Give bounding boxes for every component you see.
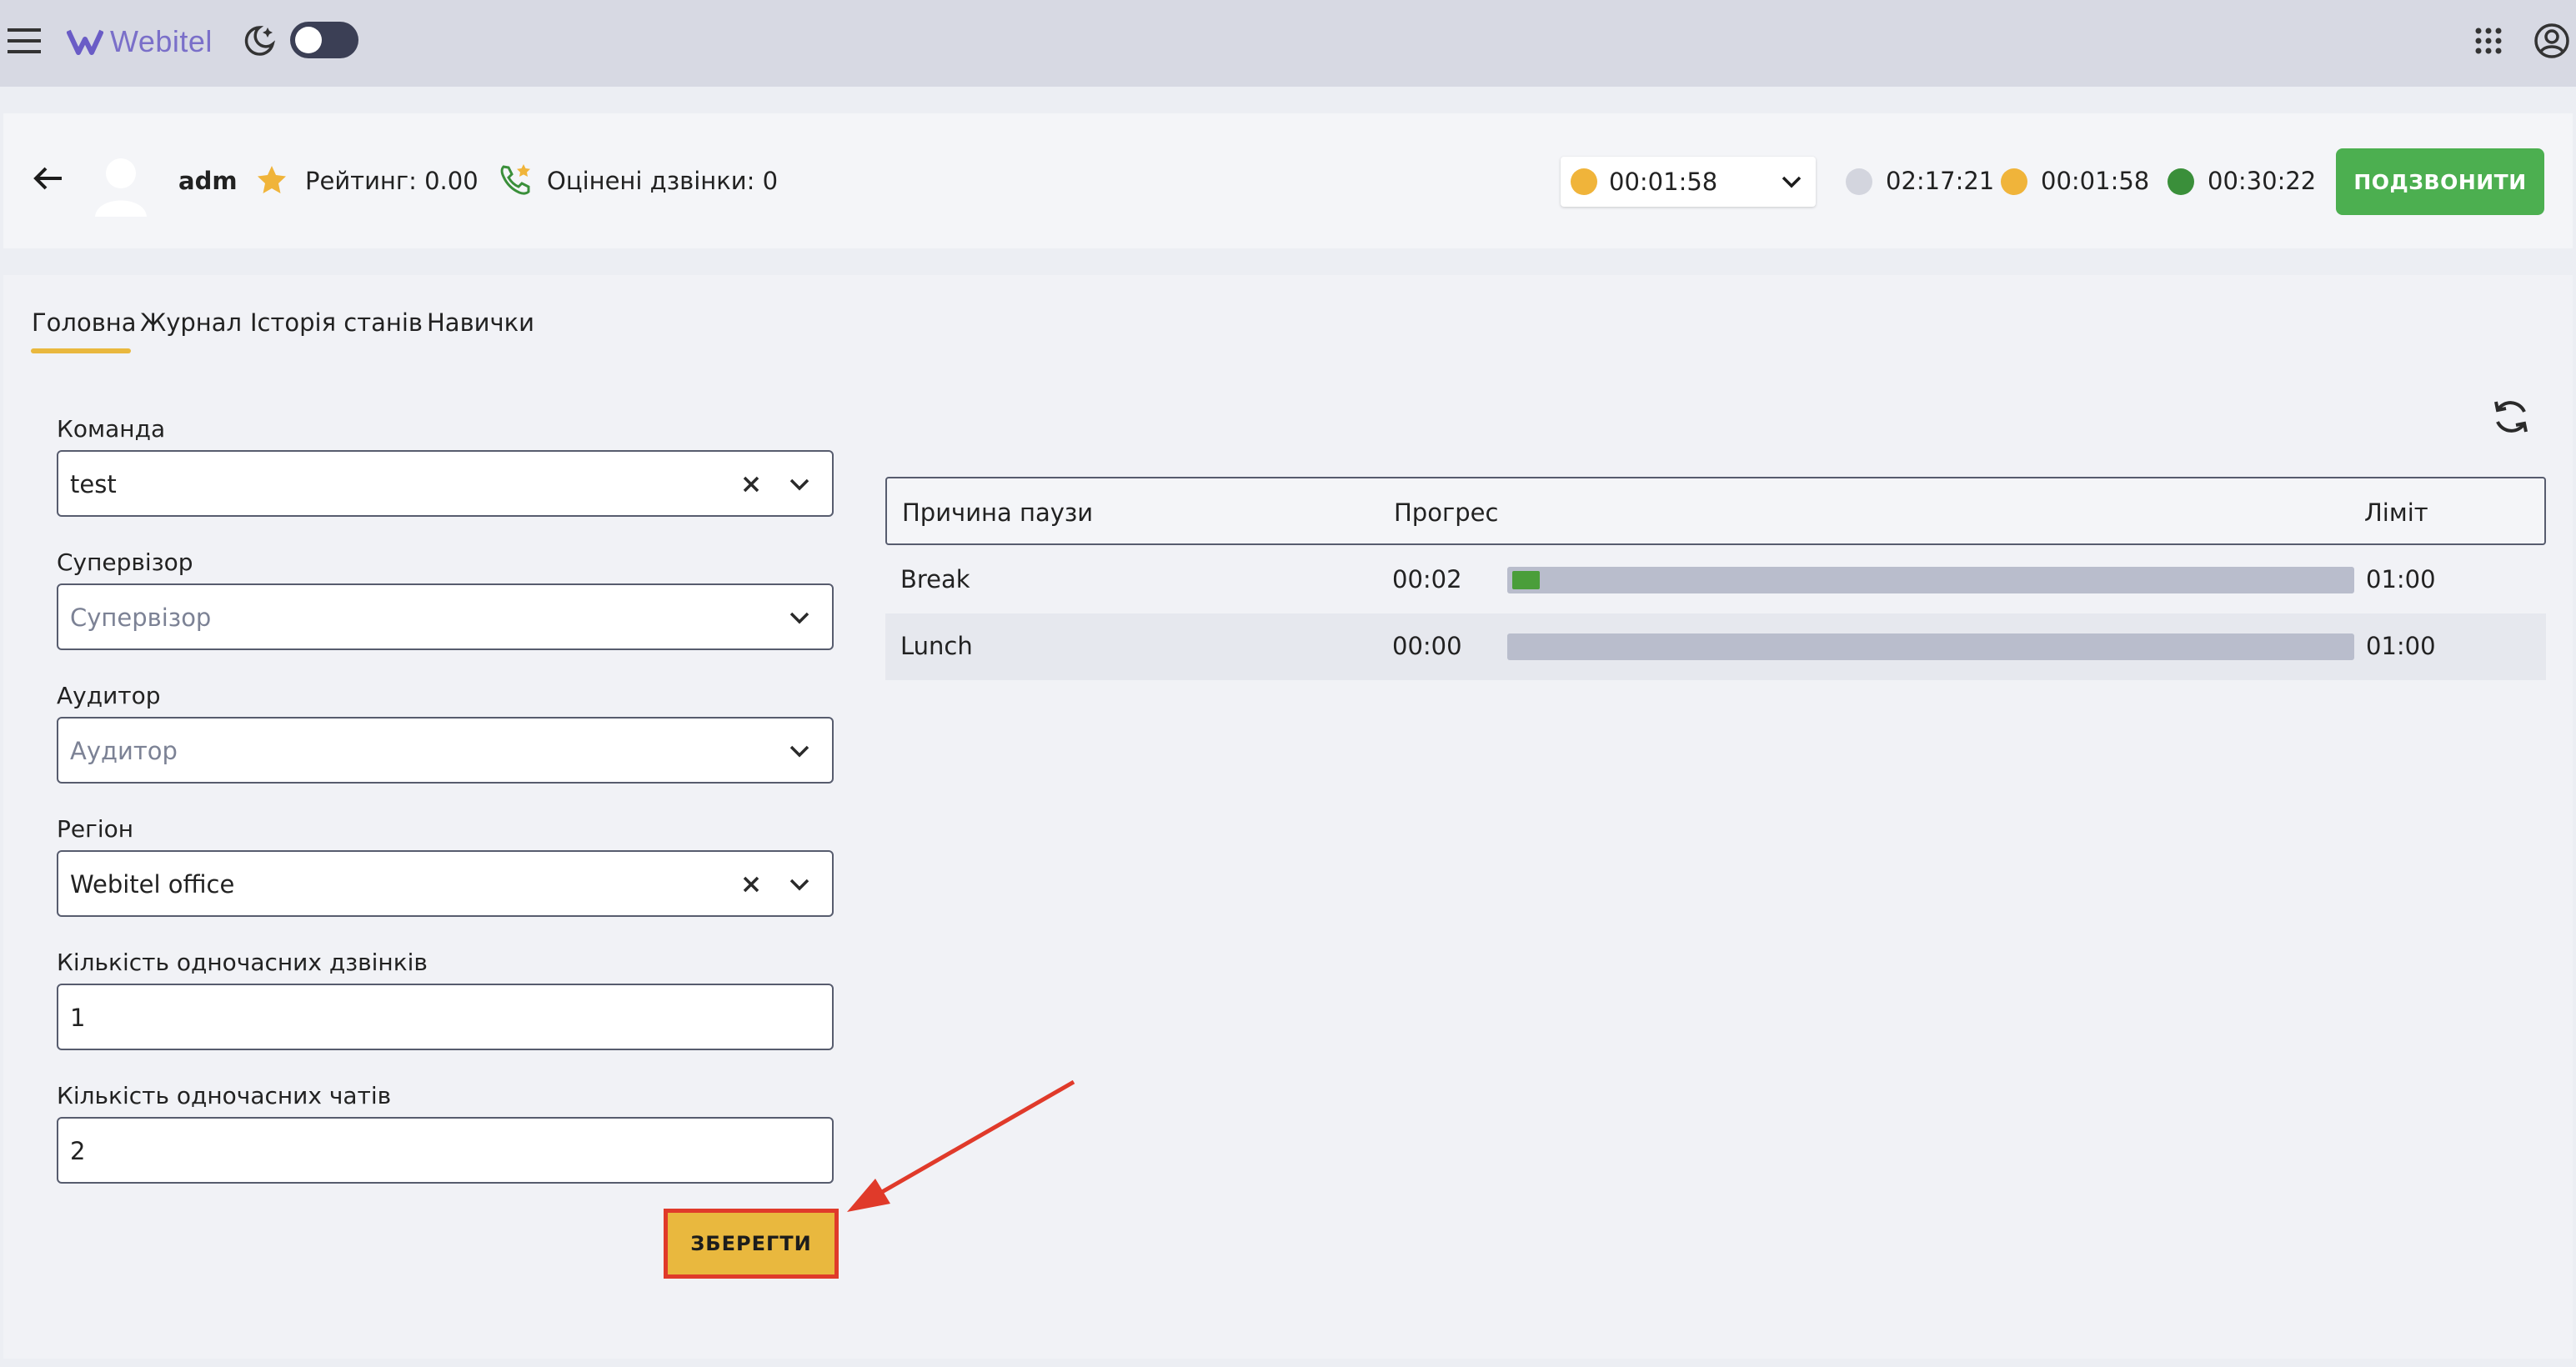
refresh-icon[interactable] bbox=[2489, 395, 2533, 438]
row-limit: 01:00 bbox=[2366, 565, 2436, 593]
annotation-arrow bbox=[847, 1079, 1075, 1212]
table-row: Break 00:02 01:00 bbox=[885, 547, 2546, 613]
row-reason: Lunch bbox=[900, 632, 973, 660]
row-reason: Break bbox=[900, 565, 970, 593]
progress-fill bbox=[1512, 571, 1540, 589]
progress-bar bbox=[1507, 567, 2354, 593]
header-reason: Причина паузи bbox=[902, 498, 1094, 527]
header-progress: Прогрес bbox=[1394, 498, 1499, 527]
row-limit: 01:00 bbox=[2366, 632, 2436, 660]
pause-table-header: Причина паузи Прогрес Ліміт bbox=[885, 477, 2546, 545]
progress-bar bbox=[1507, 633, 2354, 660]
table-row: Lunch 00:00 01:00 bbox=[885, 613, 2546, 680]
row-elapsed: 00:00 bbox=[1392, 632, 1462, 660]
row-elapsed: 00:02 bbox=[1392, 565, 1462, 593]
header-limit: Ліміт bbox=[2364, 498, 2428, 527]
